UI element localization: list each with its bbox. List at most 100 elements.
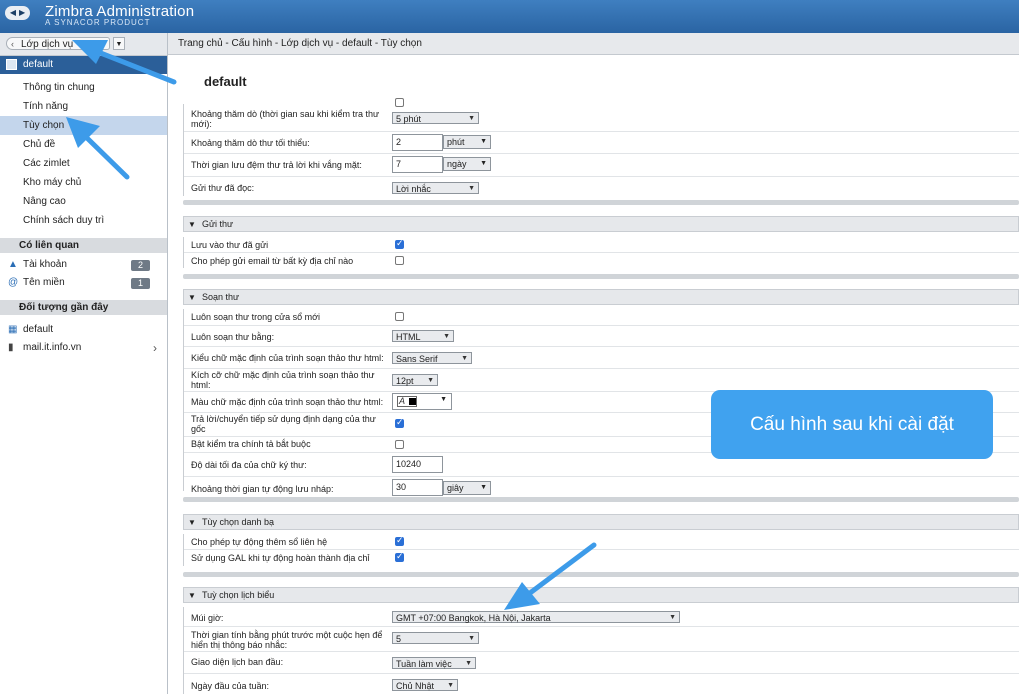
week-start-select[interactable]: Chủ Nhật ▼ [392,679,458,691]
history-nav[interactable]: ◀ ▶ [5,6,30,20]
chevron-down-icon: ▼ [440,396,447,403]
auto-add-contacts-label: Cho phép tự động thêm sổ liên hệ [191,537,328,547]
form-row: Lưu vào thư đã gửi [184,237,1019,253]
sidebar-item-themes[interactable]: Chủ đề [0,135,167,154]
new-window-checkbox[interactable] [395,312,404,321]
gal-autocomplete-checkbox[interactable] [395,551,404,562]
left-panel-header: ‹ Lớp dịch vụ ▼ [0,33,167,56]
sidebar-breadcrumb-button[interactable]: ‹ Lớp dịch vụ [6,37,110,50]
read-receipt-select[interactable]: Lời nhắc ▼ [392,182,479,194]
collapse-icon: ▼ [188,591,196,600]
form-row: Múi giờ: GMT +07:00 Bangkok, Hà Nội, Jak… [184,607,1019,627]
ooo-cache-unit-select[interactable]: ngày ▼ [443,157,491,171]
spellcheck-label: Bật kiểm tra chính tả bắt buộc [191,439,311,449]
auto-add-contacts-checkbox[interactable] [395,535,404,546]
sidebar-item-retention[interactable]: Chính sách duy trì [0,211,167,230]
form-row: Sử dụng GAL khi tự động hoàn thành địa c… [184,550,1019,565]
sidebar-item-general[interactable]: Thông tin chung [0,78,167,97]
chevron-down-icon: ▼ [669,614,676,621]
sidebar-breadcrumb-dropdown[interactable]: ▼ [113,37,125,50]
sidebar-item-advanced[interactable]: Nâng cao [0,192,167,211]
chevron-down-icon: ▼ [465,660,472,667]
form-row: Thời gian tính bằng phút trước một cuộc … [184,627,1019,652]
chevron-down-icon: ▼ [427,377,434,384]
sidebar-item-server-pool[interactable]: Kho máy chủ [0,173,167,192]
new-window-label: Luôn soạn thư trong cửa sổ mới [191,312,321,322]
collapse-icon: ▼ [188,220,196,229]
section-divider [183,572,1019,577]
calendar-view-select[interactable]: Tuần làm việc ▼ [392,657,476,669]
section-contacts-header[interactable]: ▼ Tùy chọn danh bạ [183,514,1019,530]
section-title: Soạn thư [202,292,240,302]
collapse-icon: ▼ [188,293,196,302]
min-poll-unit-select[interactable]: phút ▼ [443,135,491,149]
app-subtitle: A SYNACOR PRODUCT [45,18,151,27]
cos-icon [6,59,17,70]
save-sent-checkbox[interactable] [395,238,404,249]
recent-item-label: default [23,324,54,335]
general-options-group: Khoảng thăm dò (thời gian sau khi kiểm t… [183,98,1019,199]
form-row: Luôn soạn thư trong cửa sổ mới [184,309,1019,326]
allow-any-from-checkbox[interactable] [395,256,404,265]
chevron-down-icon: ▼ [115,41,123,48]
min-poll-label: Khoảng thăm dò thư tối thiểu: [191,138,310,148]
chevron-left-icon: ‹ [11,39,14,49]
spellcheck-checkbox[interactable] [395,440,404,449]
reminder-label: Thời gian tính bằng phút trước một cuộc … [191,630,383,650]
signature-length-input[interactable]: 10240 [392,456,443,473]
poll-interval-label: Khoảng thăm dò (thời gian sau khi kiểm t… [191,109,380,129]
reply-format-checkbox[interactable] [395,417,404,428]
font-family-label: Kiểu chữ mặc định của trình soạn thảo th… [191,353,384,363]
top-banner: ◀ ▶ Zimbra Administration A SYNACOR PROD… [0,0,1019,33]
chevron-down-icon: ▼ [468,635,475,642]
form-row: Gửi thư đã đọc: Lời nhắc ▼ [184,177,1019,199]
sidebar-item-preferences[interactable]: Tùy chọn [0,116,167,135]
recent-item-default[interactable]: ▦ default [0,321,167,339]
section-title: Gửi thư [202,219,234,229]
timezone-select[interactable]: GMT +07:00 Bangkok, Hà Nội, Jakarta ▼ [392,611,680,623]
gal-autocomplete-label: Sử dụng GAL khi tự động hoàn thành địa c… [191,553,370,563]
chevron-down-icon: ▼ [480,484,487,491]
autosave-input[interactable]: 30 [392,479,443,496]
related-item-domains[interactable]: @ Tên miền 1 [0,274,167,292]
font-size-select[interactable]: 12pt ▼ [392,374,438,386]
sidebar-selected-cos[interactable]: default [0,56,167,74]
sidebar-item-features[interactable]: Tính năng [0,97,167,116]
form-row: Khoảng thăm dò thư tối thiểu: 2 phút ▼ [184,132,1019,154]
chevron-right-icon[interactable]: › [153,339,157,357]
reminder-select[interactable]: 5 ▼ [392,632,479,644]
form-row: Ngày đầu của tuần: Chủ Nhật ▼ [184,674,1019,696]
form-row: Khoảng thời gian tự động lưu nháp: 30 gi… [184,477,1019,499]
read-receipt-label: Gửi thư đã đọc: [191,183,255,193]
related-item-accounts[interactable]: ▲ Tài khoản 2 [0,256,167,274]
chevron-down-icon: ▼ [480,138,487,145]
font-family-select[interactable]: Sans Serif ▼ [392,352,472,364]
section-title: Tuỳ chọn lịch biểu [202,590,275,600]
section-calendar-header[interactable]: ▼ Tuỳ chọn lịch biểu [183,587,1019,603]
reply-format-label: Trả lời/chuyển tiếp sử dụng định dạng củ… [191,414,376,434]
calendar-options-group: Múi giờ: GMT +07:00 Bangkok, Hà Nội, Jak… [183,607,1019,694]
related-item-label: Tài khoản [23,259,67,270]
min-poll-input[interactable]: 2 [392,134,443,151]
back-icon[interactable]: ◀ [10,9,16,17]
recent-item-server[interactable]: ▮ mail.it.info.vn › [0,339,167,357]
form-row: Khoảng thăm dò (thời gian sau khi kiểm t… [184,104,1019,132]
sidebar-breadcrumb-label: Lớp dịch vụ [21,39,74,50]
poll-interval-select[interactable]: 5 phút ▼ [392,112,479,124]
form-row: Kiểu chữ mặc định của trình soạn thảo th… [184,347,1019,369]
cos-icon: ▦ [8,324,18,335]
signature-length-label: Độ dài tối đa của chữ ký thư: [191,460,307,470]
ooo-cache-input[interactable]: 7 [392,156,443,173]
section-compose-header[interactable]: ▼ Soạn thư [183,289,1019,305]
font-color-picker[interactable]: A ▼ [392,393,452,410]
account-icon: ▲ [8,259,18,270]
compose-format-select[interactable]: HTML ▼ [392,330,454,342]
form-row: Giao diện lịch ban đầu: Tuần làm việc ▼ [184,652,1019,674]
recent-header: Đối tượng gần đây [0,300,167,315]
section-send-header[interactable]: ▼ Gửi thư [183,216,1019,232]
sidebar-item-zimlets[interactable]: Các zimlet [0,154,167,173]
section-title: Tùy chọn danh bạ [202,517,275,527]
autosave-unit-select[interactable]: giây ▼ [443,481,491,495]
font-size-label: Kích cỡ chữ mặc định của trình soạn thảo… [191,370,375,390]
forward-icon[interactable]: ▶ [19,9,25,17]
